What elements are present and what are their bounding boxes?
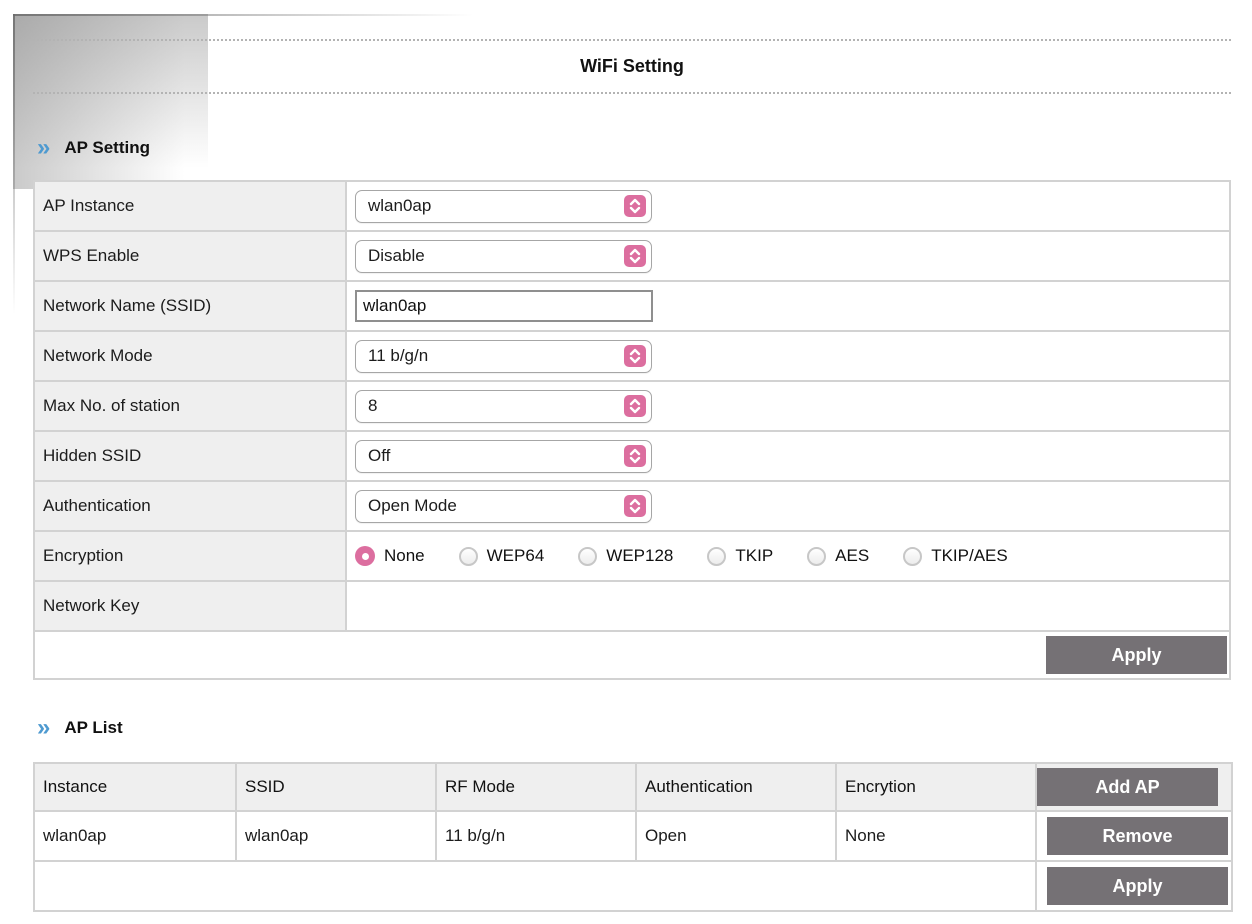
cell-ssid: wlan0ap [236,811,436,861]
column-header-rf-mode: RF Mode [436,763,636,811]
table-row: Network Key [34,581,1230,631]
table-row: Encryption None WEP64 WEP128 [34,531,1230,581]
wps-enable-select-value: Disable [368,246,425,266]
ap-list-empty-cell [34,861,1036,911]
table-row: Network Mode 11 b/g/n [34,331,1230,381]
page-title: WiFi Setting [580,56,684,77]
ap-instance-select-value: wlan0ap [368,196,431,216]
ap-list-apply-button[interactable]: Apply [1047,867,1228,905]
network-mode-select[interactable]: 11 b/g/n [355,340,652,373]
ap-list-heading: » AP List [37,718,123,738]
field-label-network-name: Network Name (SSID) [34,281,346,331]
hidden-ssid-select[interactable]: Off [355,440,652,473]
field-label-wps-enable: WPS Enable [34,231,346,281]
field-label-authentication: Authentication [34,481,346,531]
ssid-input[interactable] [355,290,653,322]
network-key-value-cell [346,581,1230,631]
network-mode-select-value: 11 b/g/n [368,346,428,366]
column-header-authentication: Authentication [636,763,836,811]
column-header-instance: Instance [34,763,236,811]
encryption-option-none[interactable]: None [355,546,425,566]
add-ap-button[interactable]: Add AP [1037,768,1218,806]
radio-unselected-icon [707,547,726,566]
ap-list-heading-label: AP List [64,718,122,738]
radio-unselected-icon [578,547,597,566]
column-header-encryption: Encrytion [836,763,1036,811]
max-station-select-value: 8 [368,396,377,416]
ap-instance-select[interactable]: wlan0ap [355,190,652,223]
encryption-option-wep64[interactable]: WEP64 [459,546,545,566]
encryption-radio-group: None WEP64 WEP128 TKIP [355,546,1229,566]
field-label-encryption: Encryption [34,531,346,581]
ap-setting-heading-label: AP Setting [64,138,150,158]
cell-instance: wlan0ap [34,811,236,861]
select-stepper-icon [624,445,646,467]
ap-setting-table: AP Instance wlan0ap WPS Enable Disable [33,180,1231,680]
table-row: AP Instance wlan0ap [34,181,1230,231]
ap-setting-heading: » AP Setting [37,138,150,158]
ap-setting-apply-button[interactable]: Apply [1046,636,1227,674]
left-edge-decoration [13,14,15,314]
select-stepper-icon [624,395,646,417]
select-stepper-icon [624,195,646,217]
ap-list-header-row: Instance SSID RF Mode Authentication Enc… [34,763,1232,811]
field-label-max-station: Max No. of station [34,381,346,431]
encryption-option-wep128[interactable]: WEP128 [578,546,673,566]
authentication-select[interactable]: Open Mode [355,490,652,523]
table-row: Authentication Open Mode [34,481,1230,531]
field-label-hidden-ssid: Hidden SSID [34,431,346,481]
table-row: Hidden SSID Off [34,431,1230,481]
ap-list-apply-row: Apply [34,861,1232,911]
encryption-option-tkip-aes[interactable]: TKIP/AES [903,546,1008,566]
column-header-ssid: SSID [236,763,436,811]
encryption-option-tkip[interactable]: TKIP [707,546,773,566]
select-stepper-icon [624,245,646,267]
cell-authentication: Open [636,811,836,861]
radio-unselected-icon [459,547,478,566]
remove-ap-button[interactable]: Remove [1047,817,1228,855]
ap-list-table: Instance SSID RF Mode Authentication Enc… [33,762,1233,912]
table-row: Max No. of station 8 [34,381,1230,431]
hidden-ssid-select-value: Off [368,446,390,466]
wps-enable-select[interactable]: Disable [355,240,652,273]
field-label-ap-instance: AP Instance [34,181,346,231]
table-row: Network Name (SSID) [34,281,1230,331]
radio-selected-icon [355,546,375,566]
page-title-band: WiFi Setting [33,39,1231,94]
field-label-network-key: Network Key [34,581,346,631]
radio-unselected-icon [903,547,922,566]
double-chevron-icon: » [37,718,49,738]
table-row: WPS Enable Disable [34,231,1230,281]
max-station-select[interactable]: 8 [355,390,652,423]
apply-row: Apply [34,631,1230,679]
cell-encryption: None [836,811,1036,861]
radio-unselected-icon [807,547,826,566]
cell-rf-mode: 11 b/g/n [436,811,636,861]
wifi-setting-page: WiFi Setting » AP Setting AP Instance wl… [0,0,1252,924]
ap-list-data-row: wlan0ap wlan0ap 11 b/g/n Open None Remov… [34,811,1232,861]
select-stepper-icon [624,345,646,367]
field-label-network-mode: Network Mode [34,331,346,381]
select-stepper-icon [624,495,646,517]
double-chevron-icon: » [37,138,49,158]
encryption-option-aes[interactable]: AES [807,546,869,566]
authentication-select-value: Open Mode [368,496,457,516]
top-edge-decoration [13,14,473,16]
